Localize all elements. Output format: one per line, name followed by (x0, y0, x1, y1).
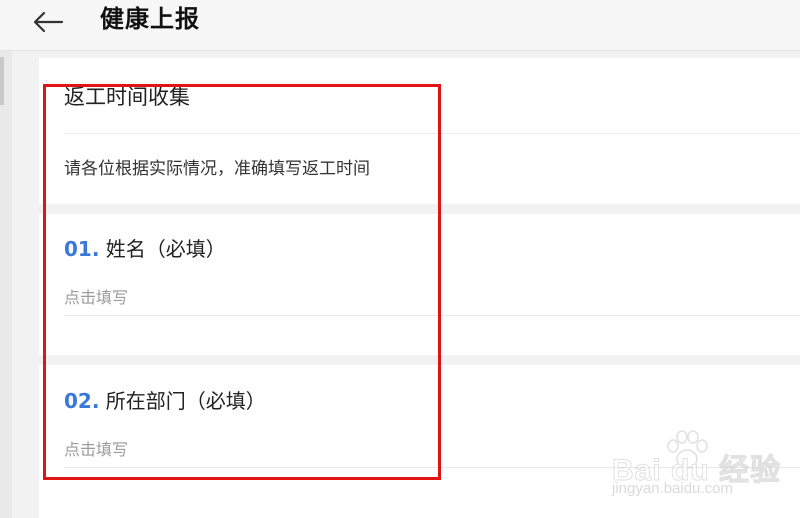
top-bar: 健康上报 (0, 0, 800, 51)
highlight-annotation (43, 84, 441, 480)
page-title: 健康上报 (100, 5, 200, 33)
scrollbar-thumb[interactable] (0, 57, 4, 105)
arrow-left-icon (33, 11, 64, 33)
left-rail (0, 51, 12, 518)
back-button[interactable] (28, 6, 68, 38)
